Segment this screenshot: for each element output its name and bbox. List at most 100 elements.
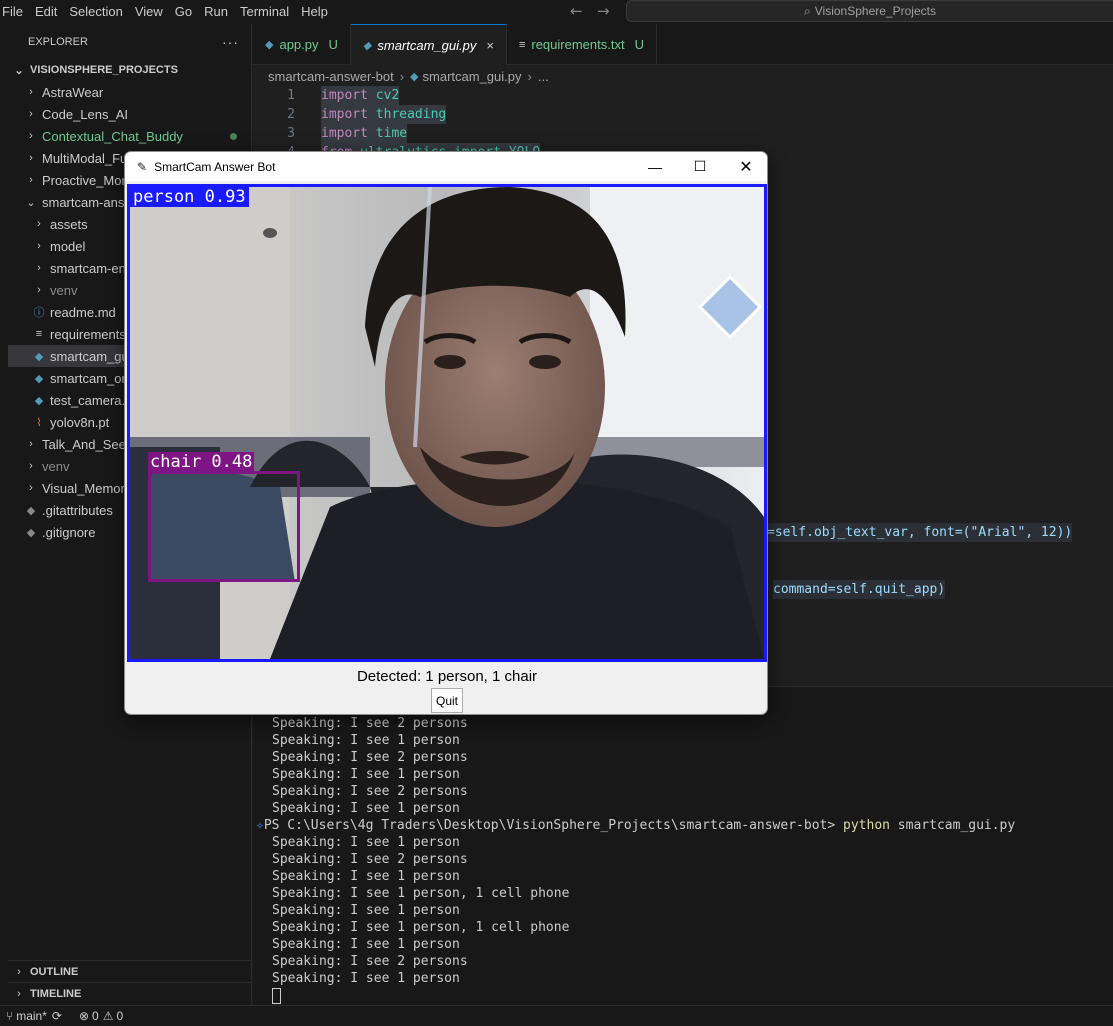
terminal-line: Speaking: I see 1 person: [272, 869, 460, 884]
sparkle-icon[interactable]: ✧: [256, 818, 264, 833]
tree-item-label: venv: [42, 458, 70, 474]
tab-app-py[interactable]: ◆ app.py U: [253, 24, 351, 65]
module-name: threading: [375, 107, 447, 122]
feather-icon: ✎: [137, 159, 148, 174]
terminal-cursor-line[interactable]: [272, 987, 1031, 1004]
menu-selection[interactable]: Selection: [65, 0, 130, 24]
chevron-down-icon: ⌄: [14, 64, 24, 77]
menu-edit[interactable]: Edit: [31, 0, 65, 24]
module-name: time: [375, 126, 408, 141]
forward-arrow-icon[interactable]: →: [597, 2, 610, 20]
menu-file[interactable]: File: [0, 0, 31, 24]
window-titlebar[interactable]: ✎ SmartCam Answer Bot — ☐ ✕: [125, 152, 767, 181]
warning-count: 0: [116, 1009, 124, 1023]
terminal-line: Speaking: I see 1 person: [272, 801, 460, 816]
tree-item-label: MultiModal_Fu: [42, 150, 128, 166]
modified-dot-icon: [230, 132, 237, 140]
git-diamond-icon: ◆: [26, 504, 36, 517]
terminal-line: Speaking: I see 1 person: [272, 903, 460, 918]
outline-label: OUTLINE: [30, 965, 79, 978]
sync-icon: ⟳: [51, 1009, 62, 1023]
tree-item-label: yolov8n.pt: [50, 414, 110, 430]
tree-item-label: .gitignore: [42, 524, 96, 540]
explorer-header: EXPLORER ···: [8, 24, 251, 59]
tree-item-label: smartcam-en: [50, 260, 126, 276]
more-actions-icon[interactable]: ···: [222, 34, 239, 50]
untracked-badge: U: [634, 37, 644, 52]
smartcam-window: ✎ SmartCam Answer Bot — ☐ ✕ person 0.93 …: [124, 151, 768, 715]
terminal-output[interactable]: Speaking: I see 2 persons Speaking: I see…: [256, 715, 1031, 1004]
info-icon: ⓘ: [33, 307, 45, 319]
menu-run[interactable]: Run: [200, 0, 236, 24]
quit-button[interactable]: Quit: [431, 688, 463, 713]
command-center-search[interactable]: ⌕ VisionSphere_Projects: [626, 0, 1113, 22]
tree-item-astrawear[interactable]: › AstraWear: [8, 81, 251, 103]
tab-label: requirements.txt: [531, 37, 625, 52]
menu-terminal[interactable]: Terminal: [236, 0, 297, 24]
tree-item-label: model: [50, 238, 86, 254]
detected-objects-text: Detected: 1 person, 1 chair: [356, 668, 538, 685]
terminal-line: Speaking: I see 1 person: [272, 835, 460, 850]
timeline-section[interactable]: › TIMELINE: [8, 982, 252, 1004]
warning-icon: ⚠: [102, 1009, 114, 1023]
terminal-line: Speaking: I see 2 persons: [272, 852, 468, 867]
keyword: import: [321, 126, 368, 141]
detection-label-chair: chair 0.48: [148, 452, 255, 472]
tab-smartcam-gui-py[interactable]: ◆ smartcam_gui.py ×: [350, 24, 507, 65]
back-arrow-icon[interactable]: ←: [570, 2, 583, 20]
detection-label-person: person 0.93: [130, 187, 249, 207]
breadcrumb-file[interactable]: smartcam_gui.py: [423, 69, 522, 84]
text-file-icon: ≡: [518, 38, 526, 51]
breadcrumb-more[interactable]: ...: [538, 69, 549, 84]
error-count: 0: [92, 1009, 99, 1023]
error-icon: ⊗: [78, 1009, 90, 1023]
code-line: 2 import threading: [253, 105, 1113, 124]
camera-feed: person 0.93 chair 0.48: [127, 184, 767, 662]
terminal-prompt-line: ✧PS C:\Users\4g Traders\Desktop\VisionSp…: [256, 817, 1015, 834]
breadcrumb: smartcam-answer-bot › ◆ smartcam_gui.py …: [253, 65, 1113, 87]
code-fragment-label-font: =self.obj_text_var, font=("Arial", 12)): [767, 523, 1073, 542]
tree-item-label: Code_Lens_AI: [42, 106, 129, 122]
window-title: SmartCam Answer Bot: [154, 159, 276, 174]
python-file-icon: ◆: [265, 39, 274, 51]
menu-view[interactable]: View: [131, 0, 171, 24]
tab-requirements-txt[interactable]: ≡ requirements.txt U: [507, 24, 657, 65]
explorer-root-folder[interactable]: ⌄ VISIONSPHERE_PROJECTS: [8, 59, 251, 81]
tree-item-label: readme.md: [50, 304, 116, 320]
outline-section[interactable]: › OUTLINE: [8, 960, 252, 982]
terminal-line: Speaking: I see 2 persons: [272, 750, 468, 765]
search-icon: ⌕: [804, 3, 811, 18]
tree-item-label: Contextual_Chat_Buddy: [42, 128, 183, 144]
tree-item-contextual-chat-buddy[interactable]: › Contextual_Chat_Buddy: [8, 125, 251, 147]
chevron-right-icon: ›: [37, 240, 41, 252]
chevron-right-icon: ›: [527, 68, 532, 84]
tree-item-label: requirements: [50, 326, 126, 342]
rss-file-icon: ⌇: [36, 416, 42, 429]
maximize-icon[interactable]: ☐: [677, 152, 723, 181]
tree-item-label: .gitattributes: [42, 502, 113, 518]
status-bar: ⑂ main* ⟳ ⊗ 0 ⚠ 0: [0, 1005, 1113, 1026]
line-number: 3: [287, 126, 295, 141]
tree-item-label: Proactive_Mon: [42, 172, 129, 188]
terminal-panel[interactable]: Speaking: I see 2 persons Speaking: I see…: [253, 686, 1113, 1005]
menu-bar: File Edit Selection View Go Run Terminal…: [0, 0, 336, 24]
tree-item-label: smartcam_gu: [50, 348, 129, 364]
tab-label: smartcam_gui.py: [377, 37, 477, 53]
breadcrumb-folder[interactable]: smartcam-answer-bot: [268, 69, 394, 84]
keyword: import: [321, 107, 368, 122]
tree-item-label: venv: [50, 282, 78, 298]
menu-go[interactable]: Go: [171, 0, 200, 24]
chevron-right-icon: ›: [29, 460, 33, 472]
camera-image: [130, 187, 764, 659]
code-text: import cv2: [321, 86, 400, 105]
branch-status[interactable]: ⑂ main* ⟳: [6, 1009, 65, 1023]
close-icon[interactable]: ✕: [723, 152, 767, 181]
close-icon[interactable]: ×: [486, 38, 494, 53]
problems-status[interactable]: ⊗ 0 ⚠ 0: [79, 1009, 123, 1023]
terminal-line: Speaking: I see 2 persons: [272, 954, 468, 969]
tree-item-code-lens-ai[interactable]: › Code_Lens_AI: [8, 103, 251, 125]
git-branch-icon: ⑂: [6, 1009, 14, 1023]
minimize-icon[interactable]: —: [632, 152, 678, 181]
menu-help[interactable]: Help: [297, 0, 336, 24]
branch-name: main*: [16, 1009, 47, 1023]
